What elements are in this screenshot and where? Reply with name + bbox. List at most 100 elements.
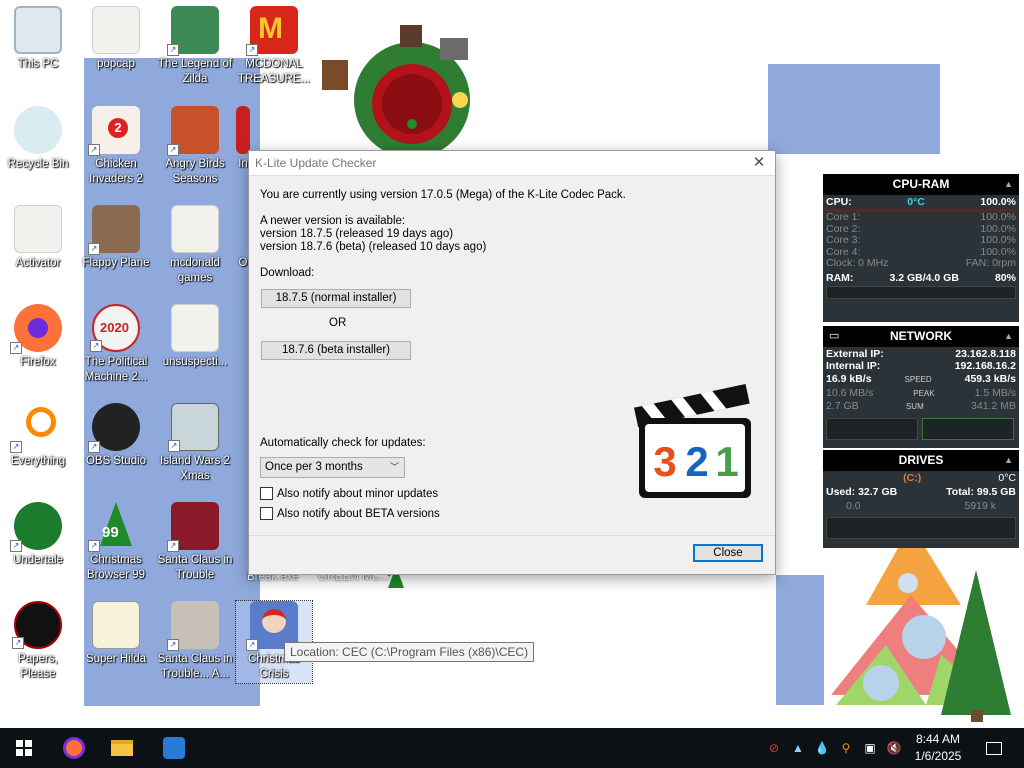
shortcut-arrow-icon: ↗	[167, 44, 179, 56]
normal-installer-button[interactable]: 18.7.5 (normal installer)	[261, 289, 411, 308]
ram-label: RAM:	[826, 271, 854, 284]
or-label: OR	[329, 317, 347, 329]
internal-ip-label: Internal IP:	[826, 359, 881, 372]
drop-icon[interactable]: 💧	[814, 740, 830, 756]
super-hilda-icon	[92, 601, 140, 649]
desktop-icon-papers-please[interactable]: ↗ Papers, Please	[0, 601, 76, 682]
desktop-icon-unsuspecting[interactable]: unsuspecti...	[157, 304, 233, 370]
sum-label: SUM	[905, 402, 924, 411]
gadget-header[interactable]: DRIVES ▲	[823, 450, 1019, 471]
shortcut-arrow-icon: ↗	[246, 44, 258, 56]
drives-gadget: DRIVES ▲ (C:) 0°C Used: 32.7 GB Total: 99.…	[823, 450, 1019, 548]
gadget-header[interactable]: ▭ NETWORK ▲	[823, 326, 1019, 347]
auto-check-label: Automatically check for updates:	[260, 437, 426, 449]
dialog-titlebar[interactable]: K-Lite Update Checker ✕	[249, 151, 775, 175]
desktop-icon-label: This PC	[17, 58, 59, 70]
location-tooltip: Location: CEC (C:\Program Files (x86)\CE…	[284, 642, 535, 662]
folder-icon	[171, 304, 219, 352]
logo-digit-2: 2	[685, 438, 708, 485]
ram-percent: 80%	[994, 271, 1016, 284]
collapse-icon[interactable]: ▲	[1004, 326, 1013, 347]
desktop-icon-this-pc[interactable]: This PC	[0, 6, 76, 72]
version-normal-text: version 18.7.5 (released 19 days ago)	[260, 228, 454, 240]
flappy-plane-icon: ↗	[88, 205, 140, 255]
search-tray-icon[interactable]: ⚲	[838, 740, 854, 756]
magnifier-icon: ↗	[10, 403, 62, 453]
desktop-icon-label: Everything	[10, 455, 66, 467]
mcdonalds-icon: M ↗	[246, 6, 298, 56]
version-beta-text: version 18.7.6 (beta) (released 10 days …	[260, 241, 487, 253]
network-status-icon[interactable]: ▲	[790, 740, 806, 756]
speed-label: SPEED	[904, 375, 932, 384]
desktop-icon-obs-studio[interactable]: ↗ OBS Studio	[78, 403, 154, 469]
collapse-icon[interactable]: ▲	[1004, 174, 1013, 195]
firefox-icon: ↗	[10, 304, 62, 354]
taskbar-clock[interactable]: 8:44 AM 1/6/2025	[908, 731, 968, 765]
folder-icon	[111, 740, 133, 756]
desktop-icon-flappy-plane[interactable]: ↗ Flappy Plane	[78, 205, 154, 271]
beta-installer-button[interactable]: 18.7.6 (beta installer)	[261, 341, 411, 360]
notification-icon	[986, 741, 1002, 755]
desktop-icon-mcdonald-treasure[interactable]: M ↗ MCDONAL TREASURE...	[236, 6, 312, 87]
desktop-icon-island-wars[interactable]: ↗ Island Wars 2 Xmas	[157, 403, 233, 484]
drive-total: Total: 99.5 GB	[946, 485, 1016, 498]
desktop-icon-angry-birds[interactable]: ↗ Angry Birds Seasons	[157, 106, 233, 187]
start-button[interactable]	[0, 728, 48, 768]
notifications-button[interactable]	[970, 728, 1018, 768]
desktop-icon-everything[interactable]: ↗ Everything	[0, 403, 76, 469]
desktop-icon-legend-of-zilda[interactable]: ↗ The Legend of Zilda	[157, 6, 233, 87]
desktop-icon-chicken-invaders[interactable]: 2 ↗ Chicken Invaders 2	[78, 106, 154, 187]
desktop-icon-santa-claus-trouble-2[interactable]: ↗ Santa Claus in Trouble... A...	[157, 601, 233, 682]
folder-icon	[14, 205, 62, 253]
desktop-icon-mcdonald-games[interactable]: mcdonald games	[157, 205, 233, 286]
taskbar-app[interactable]	[150, 728, 198, 768]
shortcut-arrow-icon: ↗	[12, 637, 24, 649]
core-label: Core 3:	[826, 234, 861, 246]
notify-minor-checkbox[interactable]: Also notify about minor updates	[260, 487, 438, 500]
checkbox-box[interactable]	[260, 507, 273, 520]
taskbar-file-explorer[interactable]	[98, 728, 146, 768]
logo-digit-3: 3	[653, 438, 676, 485]
desktop-icon-label: Activator	[15, 257, 61, 269]
checkbox-box[interactable]	[260, 487, 273, 500]
down-peak: 10.6 MB/s	[826, 386, 874, 399]
power-icon[interactable]: ⊘	[766, 740, 782, 756]
cpu-ram-title: CPU-RAM	[892, 177, 950, 191]
wallpaper-block-right	[768, 64, 940, 154]
drive-read: 0.0	[846, 500, 861, 512]
close-button[interactable]: Close	[693, 544, 763, 562]
folder-icon	[92, 6, 140, 54]
snowman-game-icon	[236, 106, 250, 154]
desktop-icon-santa-claus-trouble[interactable]: ↗ Santa Claus in Trouble	[157, 502, 233, 583]
notify-beta-checkbox[interactable]: Also notify about BETA versions	[260, 507, 440, 520]
christmas-tree-icon: 99 ↗	[88, 502, 140, 552]
desktop-icon-christmas-browser[interactable]: 99 ↗ Christmas Browser 99	[78, 502, 154, 583]
gadget-header[interactable]: CPU-RAM ▲	[823, 174, 1019, 195]
close-icon[interactable]: ✕	[747, 153, 771, 173]
desktop-icon-recycle-bin[interactable]: Recycle Bin	[0, 106, 76, 172]
cpu-ram-gadget: CPU-RAM ▲ CPU: 0°C 100.0% Core 1: 100.0% Co…	[823, 174, 1019, 322]
desktop-icon-political-machine[interactable]: 2020 ↗ The Political Machine 2...	[78, 304, 154, 385]
desktop-icon-firefox[interactable]: ↗ Firefox	[0, 304, 76, 370]
current-version-text: You are currently using version 17.0.5 (…	[260, 189, 626, 201]
core-value: 100.0%	[980, 211, 1016, 223]
political-machine-icon: 2020 ↗	[90, 304, 140, 352]
desktop-icon-label: Firefox	[20, 356, 56, 368]
ram-value: 3.2 GB/4.0 GB	[889, 271, 959, 284]
update-frequency-select[interactable]: Once per 3 months ﹀	[260, 457, 405, 478]
wired-network-icon[interactable]: ▣	[862, 740, 878, 756]
volume-muted-icon[interactable]: 🔇	[886, 740, 902, 756]
internal-ip-value: 192.168.16.2	[954, 359, 1016, 372]
taskbar-firefox[interactable]	[50, 728, 98, 768]
angry-birds-icon: ↗	[167, 106, 219, 156]
desktop-icon-activator[interactable]: Activator	[0, 205, 76, 271]
desktop-icon-popcap[interactable]: popcap	[78, 6, 154, 72]
clock-date: 1/6/2025	[914, 749, 962, 763]
drive-used: Used: 32.7 GB	[826, 485, 898, 498]
desktop-icon-super-hilda[interactable]: Super Hilda	[78, 601, 154, 667]
collapse-icon[interactable]: ▲	[1004, 450, 1013, 471]
desktop-icon-label: Island Wars 2 Xmas	[160, 455, 230, 482]
shortcut-arrow-icon: ↗	[246, 639, 258, 651]
desktop-icon-undertale[interactable]: ↗ Undertale	[0, 502, 76, 568]
desktop-icon-label: Christmas Browser 99	[86, 554, 146, 581]
